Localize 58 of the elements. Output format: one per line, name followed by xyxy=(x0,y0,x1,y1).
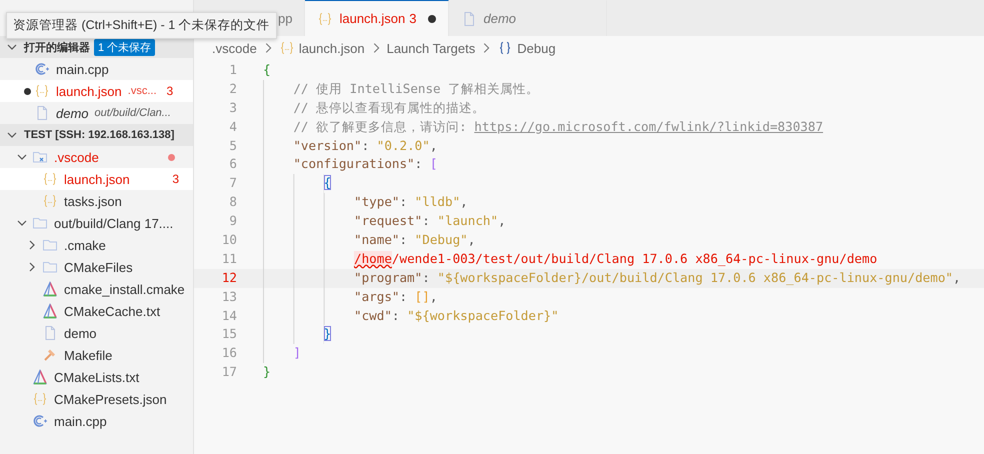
line-number: 3 xyxy=(228,98,237,117)
unsaved-badge: 1 个未保存 xyxy=(94,38,156,56)
code-line: "name": "Debug", xyxy=(354,231,476,250)
line-number: 8 xyxy=(228,193,237,212)
code-line: /home/wende1-003/test/out/build/Clang 17.0.6 x86_64-pc-linux-gnu/demo xyxy=(354,250,878,268)
line-number: 10 xyxy=(220,231,237,250)
file-path: out/build/Clan... xyxy=(94,107,171,119)
line-number: 6 xyxy=(228,155,237,174)
file-name: launch.json xyxy=(64,172,130,186)
section-title: TEST [SSH: 192.168.163.138] xyxy=(24,129,174,141)
file-name: CMakeCache.txt xyxy=(64,304,160,318)
error-count: 3 xyxy=(172,172,179,186)
file-name: cmake_install.cmake xyxy=(64,282,185,296)
file-name: demo xyxy=(56,106,89,120)
code-line: { xyxy=(263,61,271,79)
folder-name: .cmake xyxy=(64,238,106,252)
line-number: 2 xyxy=(228,80,237,98)
line-number: 12 xyxy=(220,268,237,287)
line-number: 13 xyxy=(220,288,237,306)
code-line: "args": [], xyxy=(354,288,438,306)
code-line: "version": "0.2.0", xyxy=(293,136,438,155)
folder-name: .vscode xyxy=(54,150,99,164)
line-number: 17 xyxy=(220,363,237,382)
code-line: } xyxy=(324,325,332,344)
code-line: } xyxy=(263,363,271,382)
code-comment: // 欲了解更多信息，请访问: xyxy=(293,118,468,136)
file-name: demo xyxy=(64,326,97,340)
code-line: "configurations": [ xyxy=(293,155,438,174)
code-line: "request": "launch", xyxy=(354,212,506,230)
code-line: // 悬停以查看现有属性的描述。 xyxy=(293,98,486,117)
line-number: 1 xyxy=(228,61,237,79)
file-name: tasks.json xyxy=(64,194,122,208)
code-line: "cwd": "${workspaceFolder}" xyxy=(354,306,559,325)
folder-name: out/build/Clang 17.... xyxy=(54,216,174,230)
tooltip: 资源管理器 (Ctrl+Shift+E) - 1 个未保存的文件 xyxy=(6,12,277,39)
line-number: 4 xyxy=(228,118,237,136)
line-number: 16 xyxy=(220,344,237,362)
line-number: 7 xyxy=(228,174,237,192)
line-number: 9 xyxy=(228,212,237,230)
line-number: 5 xyxy=(228,136,237,155)
line-number: 11 xyxy=(220,250,237,268)
code-line: ] xyxy=(293,344,301,362)
file-name: main.cpp xyxy=(54,414,107,428)
file-name: CMakeLists.txt xyxy=(54,370,140,384)
code-line: // 使用 IntelliSense 了解相关属性。 xyxy=(293,80,540,98)
file-name: main.cpp xyxy=(56,62,109,76)
file-name: launch.json xyxy=(56,84,122,98)
section-title: 打开的编辑器 xyxy=(24,40,90,54)
line-number: 14 xyxy=(220,306,237,325)
code-line: { xyxy=(324,174,332,192)
line-number: 15 xyxy=(220,325,237,344)
code-line: "type": "lldb", xyxy=(354,193,468,212)
file-name: Makefile xyxy=(64,348,112,362)
code-line: "program": "${workspaceFolder}/out/build/Clang 17.0.6 x86_64-pc-linux-gnu/demo", xyxy=(354,268,961,287)
file-name: CMakePresets.json xyxy=(54,392,167,406)
folder-name: CMakeFiles xyxy=(64,260,133,274)
error-count: 3 xyxy=(166,84,174,98)
file-path: .vsc... xyxy=(128,85,157,97)
